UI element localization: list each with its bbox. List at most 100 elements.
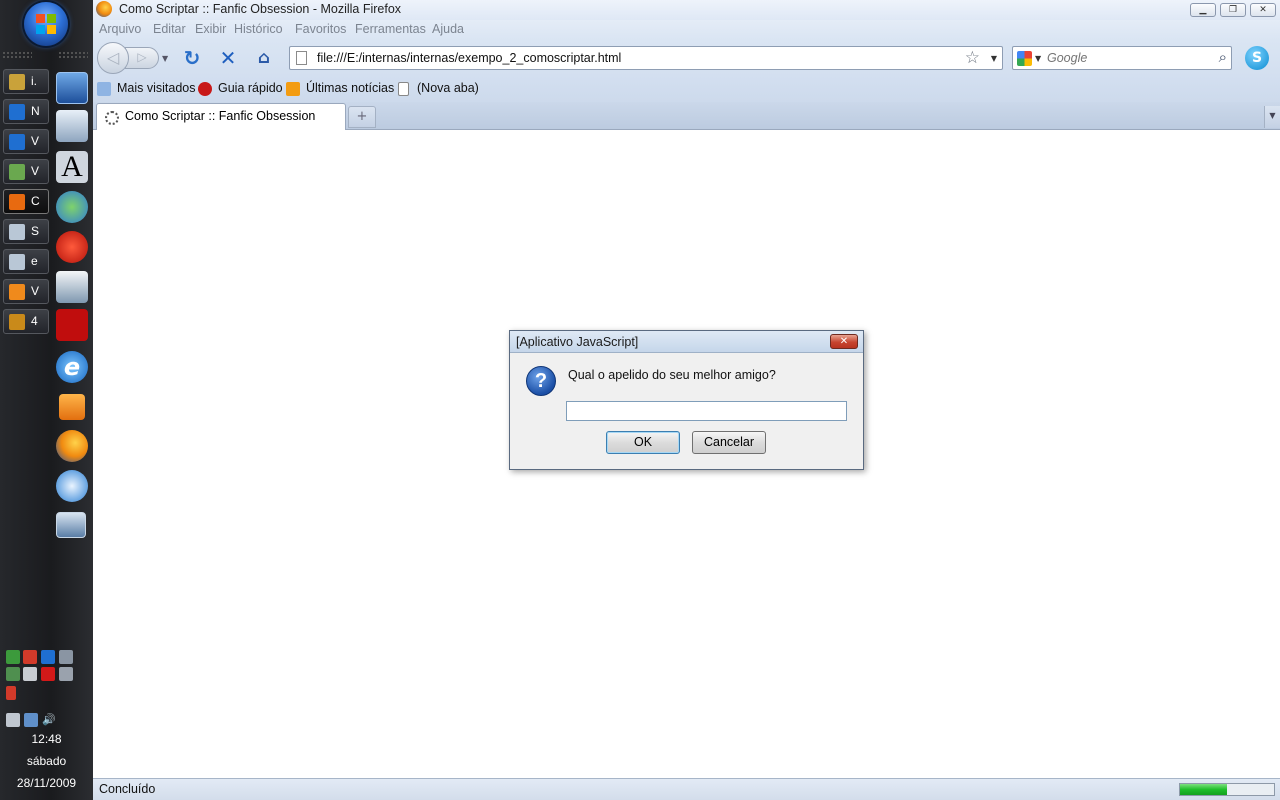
switch-windows-icon[interactable] [56, 110, 88, 142]
search-engine-dropdown-icon[interactable]: ▼ [1035, 54, 1041, 63]
tray-network-connection-icon[interactable] [24, 713, 38, 727]
tray-bluetooth-icon[interactable] [23, 667, 37, 681]
install-icon [9, 74, 25, 90]
taskbar-button[interactable]: V [3, 279, 49, 304]
taskbar-button-label: e [31, 254, 38, 268]
taskbar-button-label: V [31, 284, 40, 298]
close-window-button[interactable]: ✕ [1250, 3, 1276, 17]
menu-ajuda[interactable]: Ajuda [432, 22, 464, 36]
bookmark-nova-aba[interactable]: (Nova aba) [417, 81, 479, 95]
menu-exibir[interactable]: Exibir [195, 22, 226, 36]
clock-date[interactable]: 28/11/2009 [0, 776, 93, 790]
taskbar-grip[interactable] [2, 51, 32, 59]
window-title: Como Scriptar :: Fanfic Obsession - Mozi… [119, 2, 402, 16]
taskbar-button[interactable]: C [3, 189, 49, 214]
taskbar-button[interactable]: V [3, 129, 49, 154]
tray-mute-icon[interactable] [6, 686, 16, 700]
stop-icon[interactable]: ✕ [218, 48, 238, 68]
bookmark-mais-visitados[interactable]: Mais visitados [117, 81, 196, 95]
menu-historico[interactable]: Histórico [234, 22, 283, 36]
tray-antivirus-icon[interactable] [23, 650, 37, 664]
quicklaunch-grip[interactable] [58, 51, 88, 59]
dialog-title-bar[interactable]: [Aplicativo JavaScript] ✕ [510, 331, 863, 353]
start-button[interactable] [24, 2, 68, 46]
url-text[interactable]: file:///E:/internas/internas/exempo_2_co… [317, 51, 621, 65]
tray-network-icon[interactable] [6, 650, 20, 664]
loading-throbber-icon [105, 111, 119, 125]
menu-ferramentas[interactable]: Ferramentas [355, 22, 426, 36]
internet-explorer-icon[interactable]: e [56, 351, 88, 383]
window-switcher-icon[interactable] [56, 512, 86, 538]
reload-icon[interactable]: ↻ [182, 48, 202, 68]
taskbar-button-label: S [31, 224, 40, 238]
media-player-icon [9, 284, 25, 300]
clock-day[interactable]: sábado [0, 754, 93, 768]
taskbar-button-label: C [31, 194, 40, 208]
tray-vivo-icon[interactable] [41, 650, 55, 664]
tray-power-icon[interactable] [6, 713, 20, 727]
new-tab-button[interactable]: + [348, 106, 376, 128]
tab-strip: Como Scriptar :: Fanfic Obsession + ▼ [93, 102, 1280, 130]
progress-bar [1179, 783, 1275, 796]
windows-logo-icon [36, 25, 45, 34]
tab-como-scriptar[interactable]: Como Scriptar :: Fanfic Obsession [96, 103, 346, 130]
taskbar-button[interactable]: S [3, 219, 49, 244]
url-history-dropdown-icon[interactable]: ▼ [991, 54, 997, 63]
search-input[interactable] [1047, 50, 1207, 66]
taskbar-button[interactable]: i. [3, 69, 49, 94]
skype-icon[interactable]: S [1245, 46, 1269, 70]
bookmark-ultimas-noticias[interactable]: Últimas notícias [306, 81, 394, 95]
taskbar-button[interactable]: 4 [3, 309, 49, 334]
google-engine-icon[interactable] [1017, 51, 1032, 66]
taskbar-button-label: V [31, 134, 40, 148]
bookmark-guia-rapido[interactable]: Guia rápido [218, 81, 283, 95]
taskbar-button-label: i. [31, 74, 37, 88]
address-bar[interactable]: file:///E:/internas/internas/exempo_2_co… [289, 46, 1003, 70]
history-dropdown-icon[interactable]: ▼ [162, 54, 172, 64]
taskbar-button[interactable]: V [3, 159, 49, 184]
adobe-reader-icon[interactable] [56, 309, 88, 341]
cancel-button[interactable]: Cancelar [692, 431, 766, 454]
minimize-button[interactable]: ▁ [1190, 3, 1216, 17]
list-all-tabs-button[interactable]: ▼ [1264, 106, 1280, 128]
clock-time[interactable]: 12:48 [0, 732, 93, 746]
taskbar-button[interactable]: e [3, 249, 49, 274]
firefox-icon[interactable] [96, 1, 112, 17]
firefox-icon [9, 194, 25, 210]
font-viewer-icon[interactable]: A [56, 151, 88, 183]
taskbar-button[interactable]: N [3, 99, 49, 124]
search-bar: ▼ ⌕ [1012, 46, 1232, 70]
progress-fill [1180, 784, 1227, 795]
dialog-close-button[interactable]: ✕ [830, 334, 858, 349]
bookmark-star-icon[interactable]: ☆ [965, 48, 980, 68]
mail-client-icon[interactable] [56, 470, 88, 502]
tray-blocked-icon[interactable] [41, 667, 55, 681]
network-users-icon [9, 164, 25, 180]
tray-monitor-icon[interactable] [59, 650, 73, 664]
office-icon[interactable] [56, 271, 88, 303]
media-player-icon[interactable] [59, 394, 85, 420]
home-icon[interactable]: ⌂ [254, 48, 274, 68]
restore-button[interactable]: ❐ [1220, 3, 1246, 17]
menu-editar[interactable]: Editar [153, 22, 186, 36]
tray-volume-icon[interactable]: 🔊 [42, 713, 56, 727]
status-bar: Concluído [93, 778, 1280, 800]
firefox-icon[interactable] [56, 430, 88, 462]
menu-favoritos[interactable]: Favoritos [295, 22, 346, 36]
tray-device-icon[interactable] [59, 667, 73, 681]
search-icon[interactable]: ⌕ [1219, 48, 1227, 66]
prompt-input[interactable] [566, 401, 847, 421]
antivirus-icon[interactable] [56, 231, 88, 263]
title-bar[interactable]: Como Scriptar :: Fanfic Obsession - Mozi… [93, 0, 1280, 20]
winamp-icon [9, 314, 25, 330]
ok-button[interactable]: OK [606, 431, 680, 454]
bookmarks-toolbar: Mais visitados Guia rápido Últimas notíc… [93, 76, 1280, 102]
tray-usb-icon[interactable] [6, 667, 20, 681]
menu-arquivo[interactable]: Arquivo [99, 22, 141, 36]
firefox-window: Como Scriptar :: Fanfic Obsession - Mozi… [93, 0, 1280, 800]
navigation-toolbar: ▷ ◁ ▼ ↻ ✕ ⌂ file:///E:/internas/internas… [93, 40, 1280, 76]
back-button[interactable]: ◁ [97, 42, 129, 74]
show-desktop-icon[interactable] [56, 72, 88, 104]
messenger-icon[interactable] [56, 191, 88, 223]
forward-button[interactable]: ▷ [125, 47, 159, 69]
